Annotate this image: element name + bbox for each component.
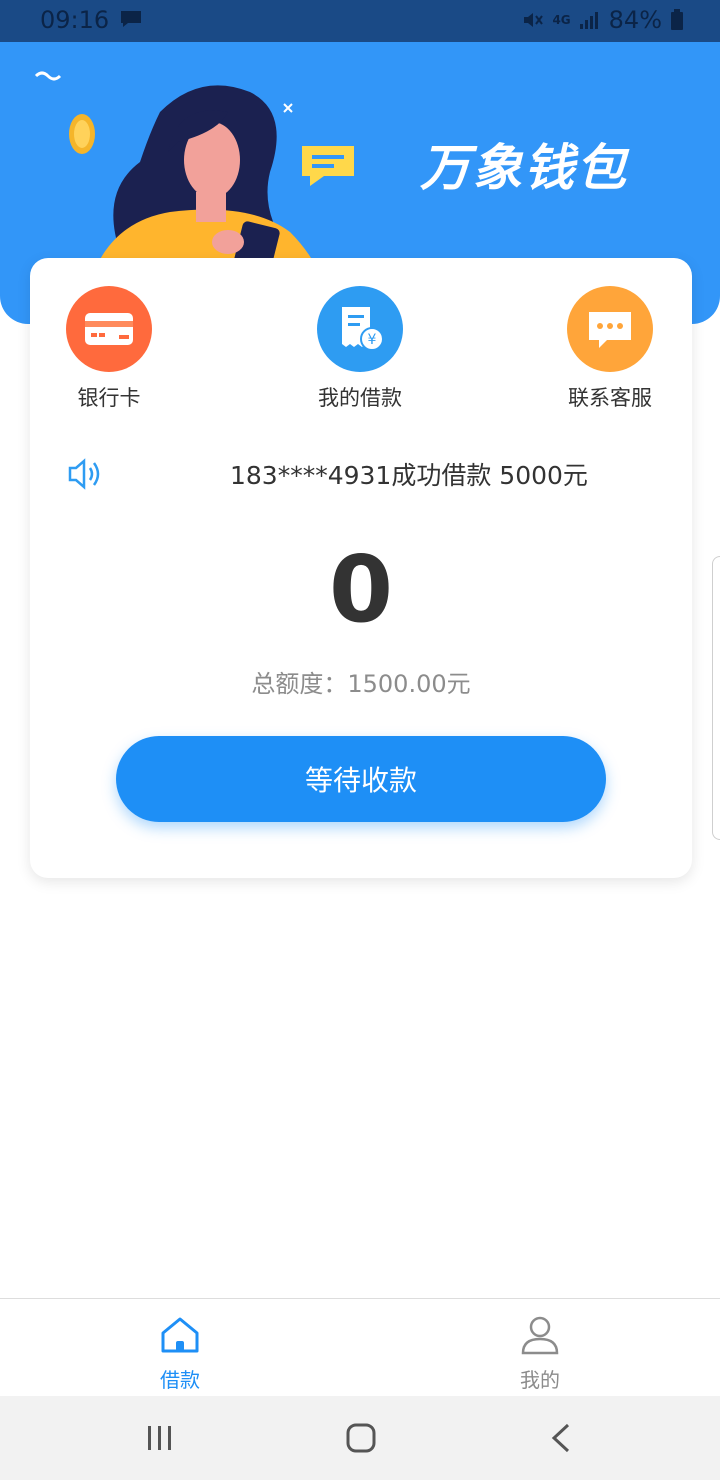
recent-apps-icon[interactable] xyxy=(140,1422,180,1454)
back-icon[interactable] xyxy=(542,1422,582,1454)
network-type: 4G xyxy=(552,13,571,27)
await-payment-button[interactable]: 等待收款 xyxy=(116,736,606,822)
user-icon xyxy=(521,1316,559,1355)
battery-percent: 84% xyxy=(608,6,662,34)
message-icon xyxy=(121,11,141,27)
home-nav-icon[interactable] xyxy=(341,1422,381,1454)
status-time: 09:16 xyxy=(40,6,110,34)
banner-title: 万象钱包 xyxy=(420,139,628,197)
speaker-icon xyxy=(68,458,100,490)
svg-text:¥: ¥ xyxy=(368,332,377,348)
tab-loan-label: 借款 xyxy=(160,1368,200,1392)
signal-icon xyxy=(579,12,598,29)
notice-bar: 183****4931成功借款 5000元 xyxy=(66,454,666,494)
my-loan-button[interactable]: ¥ 我的借款 xyxy=(290,286,430,412)
tab-loan[interactable]: 借款 xyxy=(120,1315,240,1393)
loan-document-icon: ¥ xyxy=(317,286,403,372)
system-nav-bar xyxy=(0,1396,720,1480)
bank-card-label: 银行卡 xyxy=(77,386,141,410)
status-right: 4G 84% xyxy=(522,6,684,34)
tab-mine[interactable]: 我的 xyxy=(480,1315,600,1393)
customer-service-button[interactable]: 联系客服 xyxy=(540,286,680,412)
bank-card-button[interactable]: 银行卡 xyxy=(39,286,179,412)
tab-bar: 借款 我的 xyxy=(0,1298,720,1396)
loan-amount: 0 xyxy=(328,536,393,643)
customer-service-label: 联系客服 xyxy=(568,386,652,410)
bank-card-icon xyxy=(66,286,152,372)
total-credit: 总额度：1500.00元 xyxy=(251,670,471,698)
status-bar: 09:16 4G 84% xyxy=(0,0,720,42)
notice-text: 183****4931成功借款 5000元 xyxy=(230,461,588,490)
my-loan-label: 我的借款 xyxy=(318,386,402,410)
side-edge-handle[interactable] xyxy=(712,556,720,840)
battery-icon xyxy=(671,9,683,30)
home-icon xyxy=(161,1317,199,1353)
chat-bubble-icon xyxy=(567,286,653,372)
tab-mine-label: 我的 xyxy=(520,1368,560,1392)
main-card: 银行卡 ¥ 我的借款 联系客服 183****4931成功借款 5000元 0 … xyxy=(30,258,692,878)
mute-icon xyxy=(524,13,544,27)
